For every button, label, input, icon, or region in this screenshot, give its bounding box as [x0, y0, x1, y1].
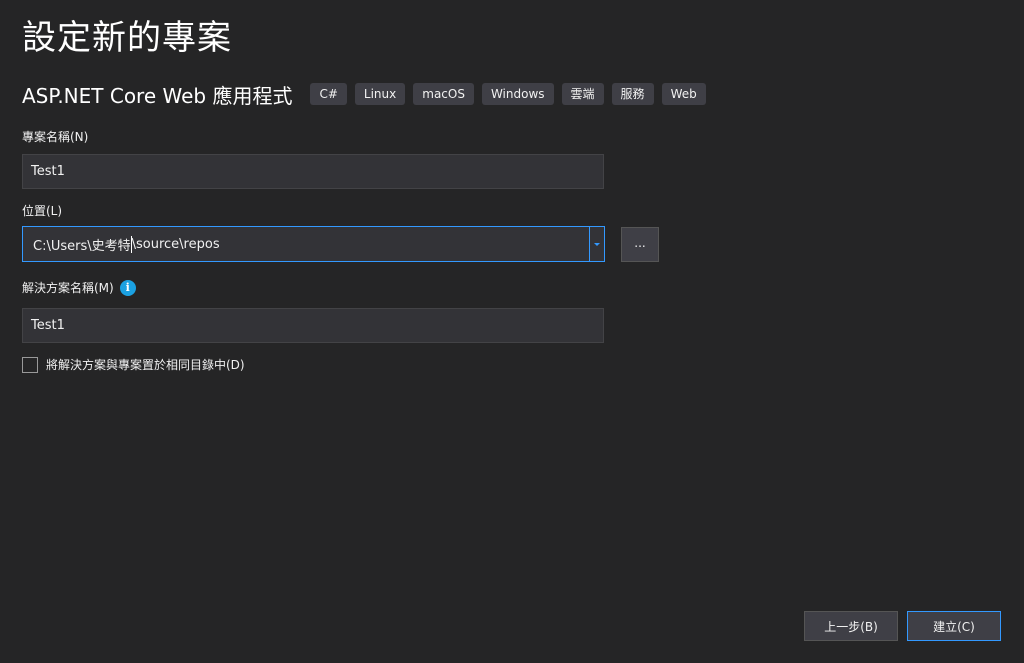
same-directory-checkbox[interactable] [22, 356, 38, 373]
location-combobox[interactable]: C:\Users\史考特 \source\repos [22, 226, 605, 262]
create-button[interactable]: 建立(C) [907, 611, 1001, 641]
location-label: 位置(L) [22, 204, 63, 218]
template-info: ASP.NET Core Web 應用程式 C# Linux macOS Win… [22, 80, 714, 108]
tag-windows: Windows [481, 83, 554, 105]
project-name-label: 專案名稱(N) [22, 130, 89, 144]
location-value-start: C:\Users\史考特 [33, 238, 131, 254]
tag-linux: Linux [354, 83, 406, 105]
location-input[interactable]: C:\Users\史考特 \source\repos [23, 227, 589, 261]
browse-button[interactable]: ... [621, 227, 659, 262]
page-title: 設定新的專案 [22, 18, 232, 58]
same-directory-label: 將解決方案與專案置於相同目錄中(D) [46, 358, 245, 372]
solution-name-label: 解決方案名稱(M) [22, 281, 114, 295]
solution-name-input[interactable]: Test1 [22, 308, 604, 343]
tag-cloud: 雲端 [561, 83, 604, 105]
same-directory-option[interactable]: 將解決方案與專案置於相同目錄中(D) [22, 356, 245, 373]
location-value-end: \source\repos [131, 236, 220, 252]
tag-macos: macOS [413, 83, 474, 105]
back-button[interactable]: 上一步(B) [804, 611, 898, 641]
project-name-input[interactable]: Test1 [22, 154, 604, 189]
tag-csharp: C# [310, 83, 347, 105]
location-dropdown-button[interactable] [589, 227, 604, 261]
solution-name-label-row: 解決方案名稱(M) i [22, 279, 136, 296]
chevron-down-icon [594, 242, 600, 246]
tag-service: 服務 [611, 83, 654, 105]
template-name: ASP.NET Core Web 應用程式 [22, 83, 293, 108]
info-icon[interactable]: i [119, 279, 136, 296]
tag-web: Web [661, 83, 706, 105]
